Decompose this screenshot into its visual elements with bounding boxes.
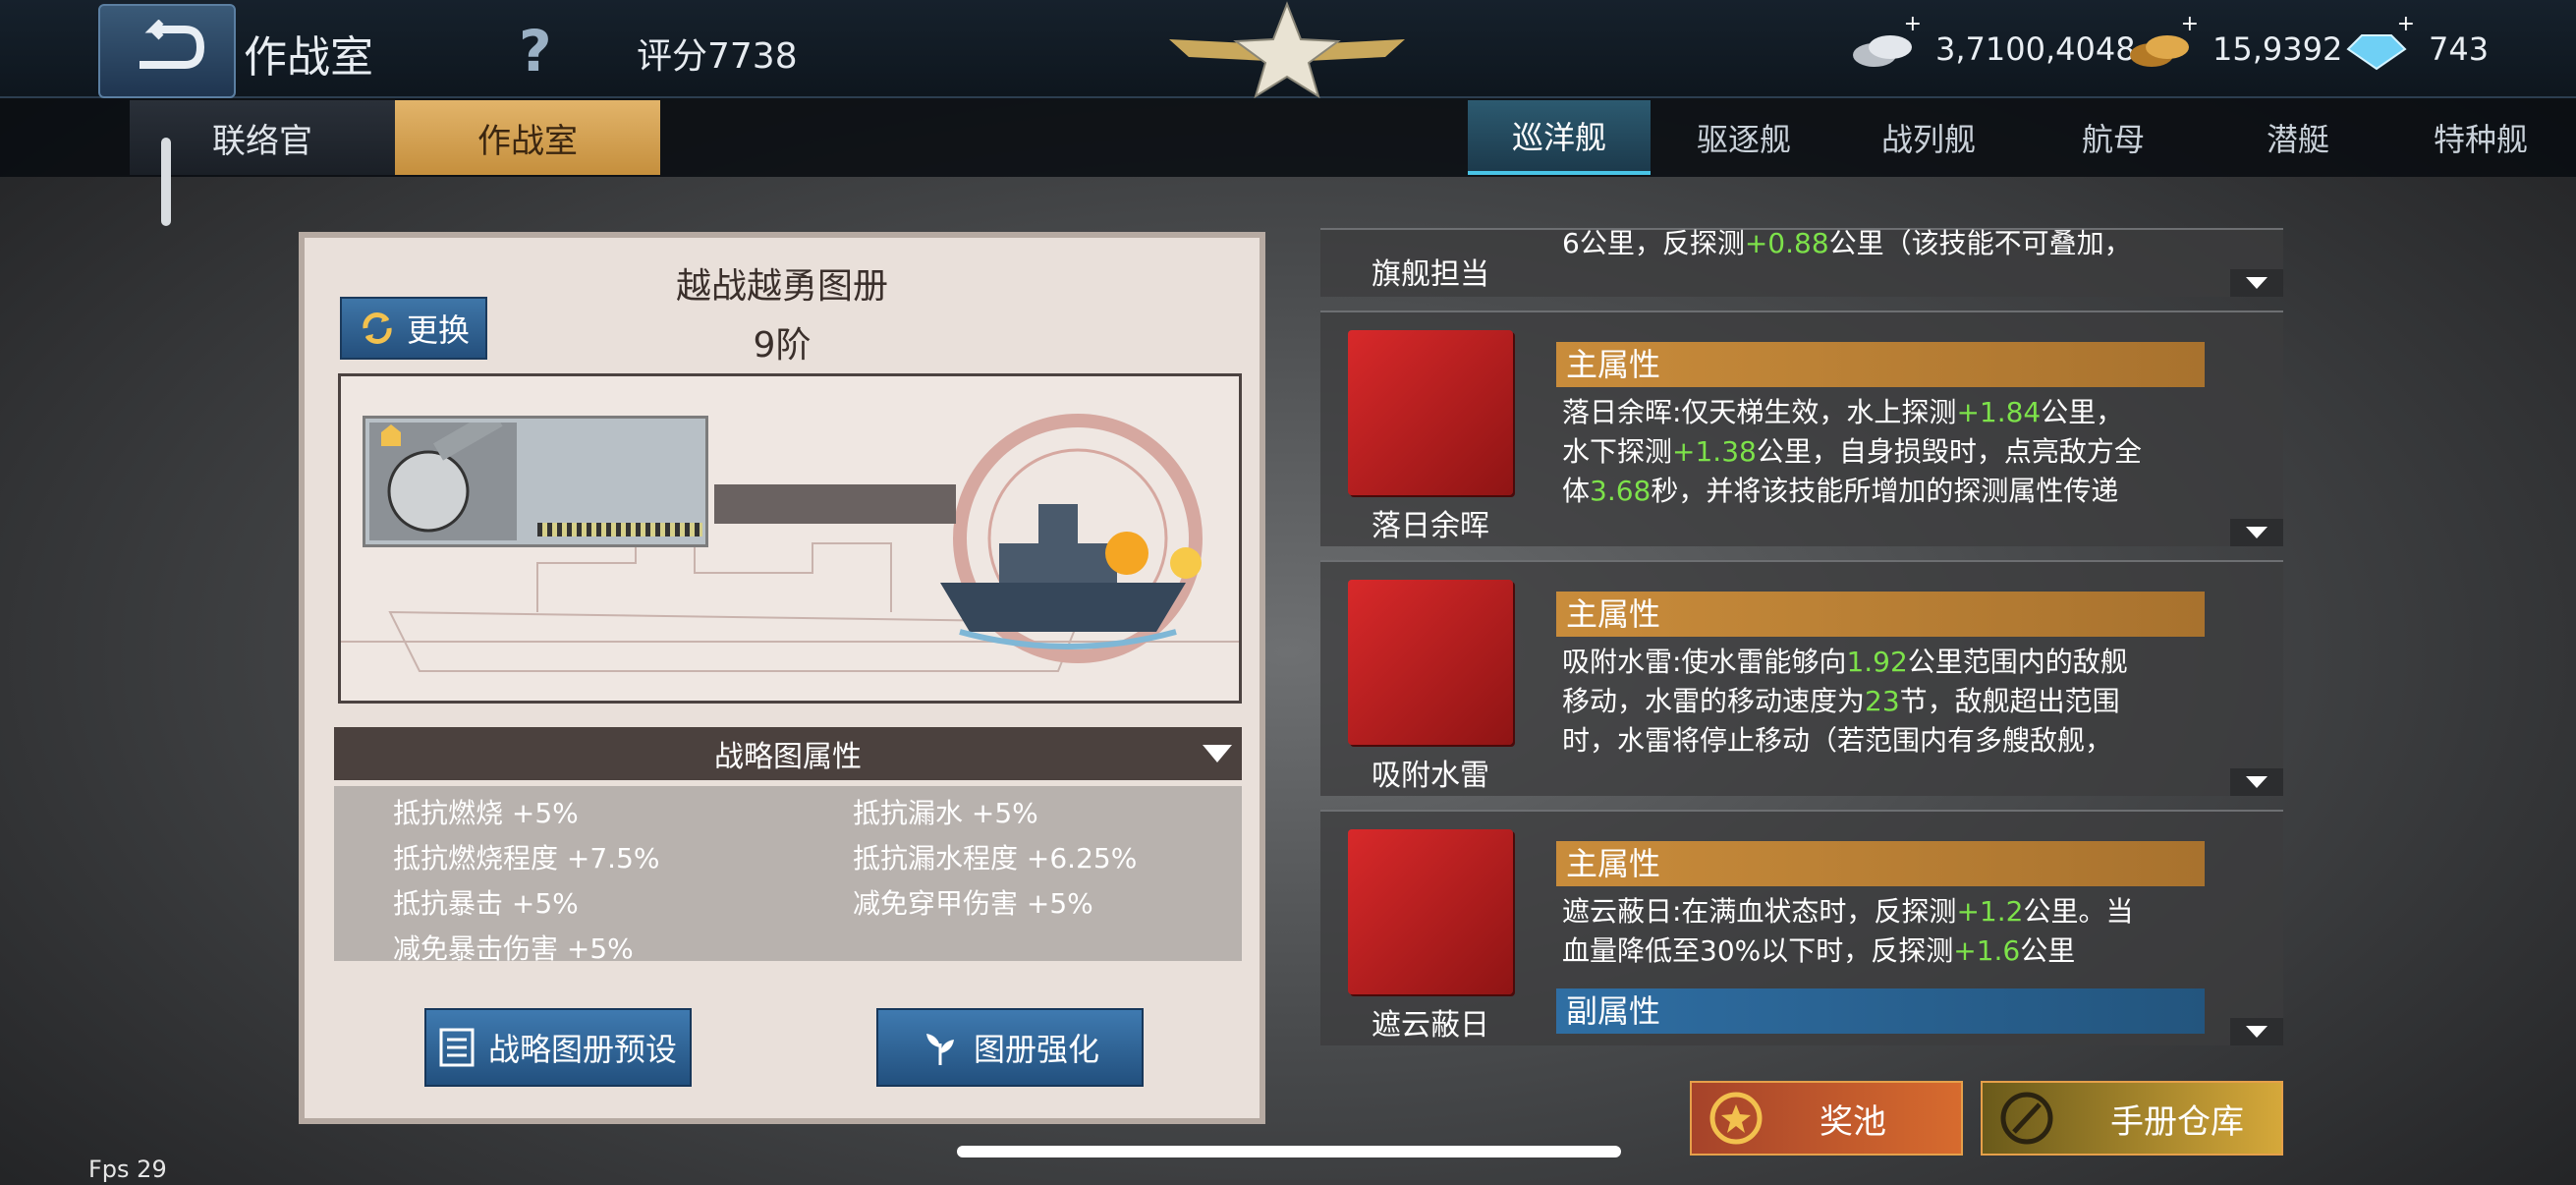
home-indicator[interactable] <box>957 1146 1621 1157</box>
skill-desc-line: 水下探测+1.38公里，自身损毁时，点亮敌方全 <box>1562 435 2142 468</box>
strategy-album-panel: 越战越勇图册 9阶 更换 战略图属性 抵抗燃烧 +5% 抵抗燃烧程度 +7.5%… <box>299 232 1265 1124</box>
skill-card-mine[interactable]: 吸附水雷 主属性 吸附水雷:使水雷能够向1.92公里范围内的敌舰 移动，水雷的移… <box>1320 560 2283 796</box>
strategy-attr-title: 战略图属性 <box>714 740 862 774</box>
tab-special[interactable]: 特种舰 <box>2389 100 2572 175</box>
back-arrow-icon <box>140 20 205 69</box>
attr-item: 减免穿甲伤害 +5% <box>853 887 1093 920</box>
expand-chevron-icon[interactable] <box>2230 1018 2283 1045</box>
attr-item: 抵抗燃烧程度 +7.5% <box>393 842 660 875</box>
common-skill-book-icon <box>1348 580 1513 745</box>
skill-desc-line: 6公里，反探测+0.88公里（该技能不可叠加， <box>1562 227 2132 259</box>
sprout-icon <box>925 1034 954 1065</box>
main-attr-header: 主属性 <box>1556 841 2205 886</box>
gold-coins-icon: + <box>2126 12 2199 73</box>
skill-name: 吸附水雷 <box>1372 759 1489 793</box>
skill-card-cloud[interactable]: 遮云蔽日 主属性 遮云蔽日:在满血状态时，反探测+1.2公里。当 血量降低至30… <box>1320 810 2283 1045</box>
diamond-amount: 743 <box>2429 30 2490 68</box>
tab-carrier[interactable]: 航母 <box>2022 100 2205 175</box>
gold-amount: 15,9392 <box>2212 30 2343 68</box>
cruiser-ship-icon <box>940 504 1202 649</box>
refresh-icon <box>363 312 392 344</box>
skill-name: 落日余晖 <box>1372 509 1489 543</box>
tab-battleship[interactable]: 战列舰 <box>1837 100 2020 175</box>
skill-desc-line: 落日余晖:仅天梯生效，水上探测+1.84公里， <box>1562 396 2124 428</box>
common-skill-book-icon <box>1348 829 1513 994</box>
equipment-slot[interactable] <box>363 409 708 547</box>
skill-name: 遮云蔽日 <box>1372 1008 1489 1043</box>
diamond-currency[interactable]: + 743 <box>2342 12 2490 73</box>
manual-storage-label: 手册仓库 <box>2110 1101 2244 1142</box>
strategy-attr-header[interactable]: 战略图属性 <box>334 727 1242 780</box>
list-document-icon <box>439 1028 475 1067</box>
attr-item: 抵抗漏水 +5% <box>853 797 1038 829</box>
manual-storage-button[interactable]: 手册仓库 <box>1981 1081 2283 1156</box>
scroll-indicator[interactable] <box>161 138 171 226</box>
album-preset-button[interactable]: 战略图册预设 <box>424 1008 692 1087</box>
tab-submarine[interactable]: 潜艇 <box>2207 100 2389 175</box>
silver-coins-icon: + <box>1849 12 1922 73</box>
tab-war-room[interactable]: 作战室 <box>395 100 660 175</box>
sub-attr-header: 副属性 <box>1556 988 2205 1034</box>
swap-button[interactable]: 更换 <box>340 297 487 360</box>
album-preset-label: 战略图册预设 <box>487 1031 677 1068</box>
strategy-attr-list[interactable]: 抵抗燃烧 +5% 抵抗燃烧程度 +7.5% 抵抗暴击 +5% 减免暴击伤害 +5… <box>334 786 1242 961</box>
expand-chevron-icon[interactable] <box>2230 768 2283 796</box>
skill-desc-line: 时，水雷将停止移动（若范围内有多艘敌舰， <box>1562 724 2113 757</box>
expand-chevron-icon[interactable] <box>2230 519 2283 546</box>
main-attr-header: 主属性 <box>1556 592 2205 637</box>
attr-item: 减免暴击伤害 +5% <box>393 932 634 961</box>
attr-item: 抵抗暴击 +5% <box>393 887 579 920</box>
silver-currency[interactable]: + 3,7100,4048 <box>1849 12 2136 73</box>
score-label: 评分7738 <box>637 36 798 77</box>
swap-label: 更换 <box>406 311 470 349</box>
diamond-icon: + <box>2342 12 2415 73</box>
skill-desc-line: 体3.68秒，并将该技能所增加的探测属性传递 <box>1562 475 2119 507</box>
reward-pool-button[interactable]: 奖池 <box>1690 1081 1963 1156</box>
chevron-down-icon <box>1203 745 1232 762</box>
slot-progress-bar <box>537 523 702 536</box>
skill-desc-line: 遮云蔽日:在满血状态时，反探测+1.2公里。当 <box>1562 895 2134 928</box>
cannon-icon <box>369 409 517 540</box>
tab-destroyer[interactable]: 驱逐舰 <box>1652 100 1835 175</box>
help-icon[interactable]: ? <box>519 18 552 85</box>
reward-pool-label: 奖池 <box>1820 1101 1886 1142</box>
silver-amount: 3,7100,4048 <box>1935 30 2136 68</box>
skill-card-sunset[interactable]: 落日余晖 主属性 落日余晖:仅天梯生效，水上探测+1.84公里， 水下探测+1.… <box>1320 310 2283 546</box>
manual-compass-icon <box>2000 1092 2053 1145</box>
skill-name: 旗舰担当 <box>1372 257 1489 292</box>
medal-icon <box>1709 1092 1763 1145</box>
album-enhance-label: 图册强化 <box>973 1031 1099 1068</box>
back-button[interactable] <box>98 4 236 98</box>
fps-counter: Fps 29 <box>88 1156 167 1183</box>
star-wings-emblem-icon <box>1169 1 1405 98</box>
name-plate <box>714 484 956 524</box>
skill-desc-line: 移动，水雷的移动速度为23节，敌舰超出范围 <box>1562 685 2120 717</box>
main-attr-header: 主属性 <box>1556 342 2205 387</box>
tab-cruiser[interactable]: 巡洋舰 <box>1468 100 1651 175</box>
album-enhance-button[interactable]: 图册强化 <box>876 1008 1144 1087</box>
gold-currency[interactable]: + 15,9392 <box>2126 12 2343 73</box>
attr-item: 抵抗燃烧 +5% <box>393 797 579 829</box>
skill-desc-line: 血量降低至30%以下时，反探测+1.6公里 <box>1562 934 2076 967</box>
expand-chevron-icon[interactable] <box>2230 269 2283 297</box>
ship-blueprint-area <box>338 373 1242 704</box>
skill-card-flagship[interactable]: 旗舰担当 6公里，反探测+0.88公里（该技能不可叠加， <box>1320 227 2283 297</box>
page-title: 作战室 <box>244 32 373 83</box>
common-skill-book-icon <box>1348 330 1513 495</box>
skill-desc-line: 吸附水雷:使水雷能够向1.92公里范围内的敌舰 <box>1562 646 2128 678</box>
attr-item: 抵抗漏水程度 +6.25% <box>853 842 1138 875</box>
